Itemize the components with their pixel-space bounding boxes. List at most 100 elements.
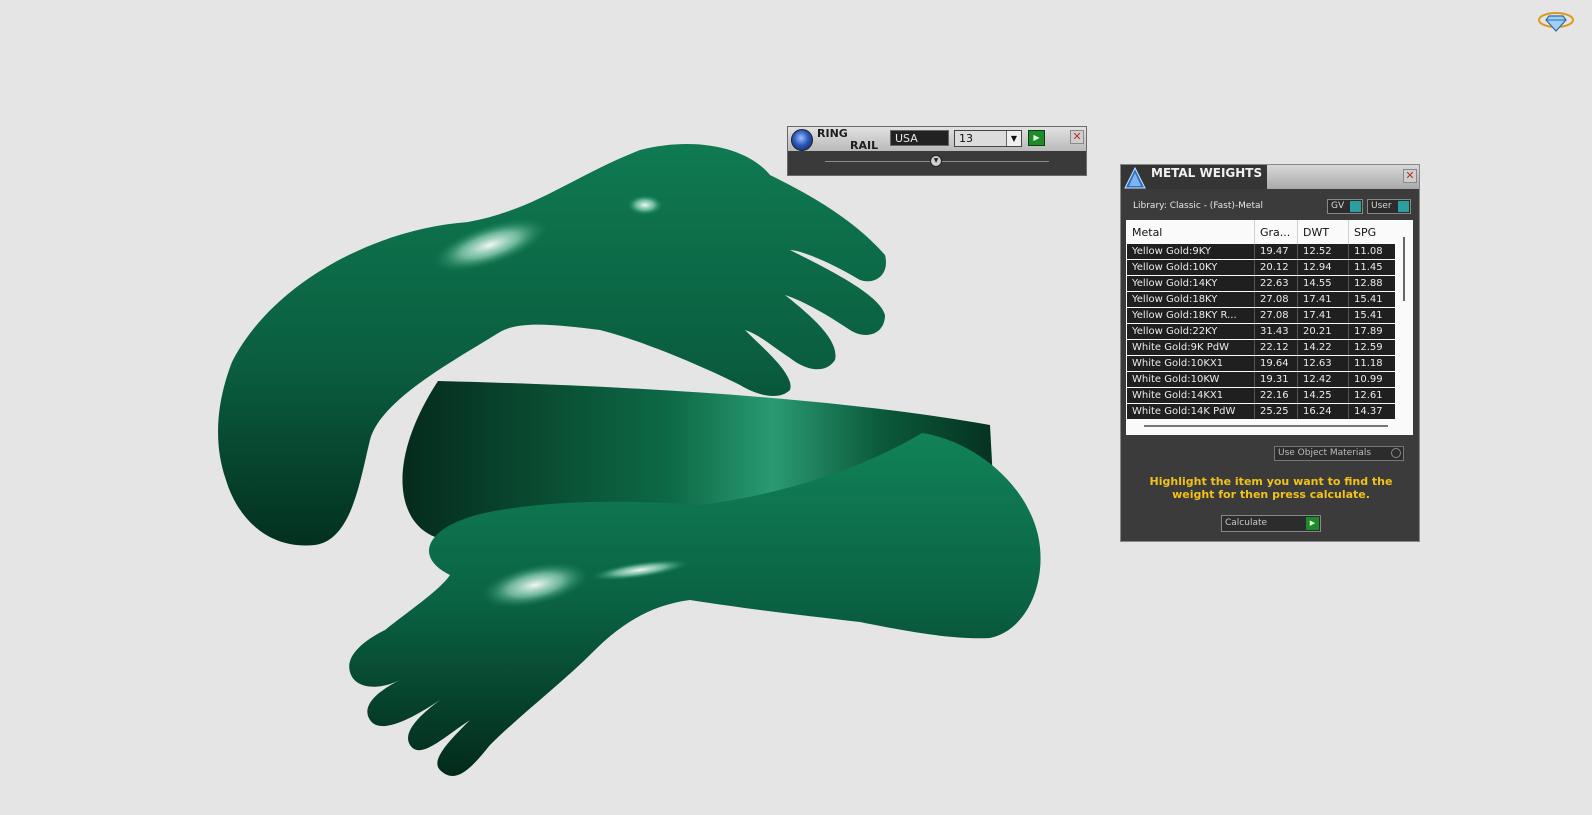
metal-value-cell: 16.24 (1303, 406, 1332, 417)
ring-rail-title-line2: RAIL (850, 139, 879, 152)
table-row[interactable]: White Gold:10KX1 19.64 12.63 11.18 (1127, 356, 1395, 371)
table-row[interactable]: White Gold:10KW 19.31 12.42 10.99 (1127, 372, 1395, 387)
column-header-metal[interactable]: Metal (1132, 226, 1162, 239)
row-divider (1297, 244, 1298, 259)
metal-name-cell: Yellow Gold:10KY (1132, 262, 1218, 273)
table-vertical-scrollbar[interactable] (1403, 237, 1405, 301)
column-header-grams[interactable]: Gra... (1260, 226, 1290, 239)
ring-size-value: 13 (959, 132, 973, 145)
row-divider (1297, 276, 1298, 291)
row-divider (1348, 340, 1349, 355)
metal-value-cell: 17.41 (1303, 294, 1332, 305)
metal-weights-logo-icon (1124, 167, 1146, 189)
metal-name-cell: White Gold:14K PdW (1132, 406, 1236, 417)
row-divider (1348, 244, 1349, 259)
metal-value-cell: 17.41 (1303, 310, 1332, 321)
metal-value-cell: 22.16 (1260, 390, 1289, 401)
metal-name-cell: Yellow Gold:22KY (1132, 326, 1218, 337)
row-divider (1254, 372, 1255, 387)
row-divider (1254, 404, 1255, 419)
table-row[interactable]: Yellow Gold:9KY 19.47 12.52 11.08 (1127, 244, 1395, 259)
radio-icon (1391, 448, 1401, 458)
table-horizontal-scrollbar[interactable] (1144, 425, 1388, 427)
instruction-message: Highlight the item you want to find the … (1149, 475, 1393, 501)
metal-name-cell: White Gold:14KX1 (1132, 390, 1224, 401)
user-toggle[interactable]: User (1367, 199, 1411, 214)
metal-value-cell: 14.55 (1303, 278, 1332, 289)
metal-value-cell: 27.08 (1260, 294, 1289, 305)
calculate-label: Calculate (1225, 518, 1268, 528)
library-label: Library: Classic - (Fast)-Metal (1133, 201, 1264, 211)
metal-table[interactable]: Metal Gra... DWT SPG Yellow Gold:9KY 19.4… (1126, 220, 1413, 435)
column-divider (1297, 220, 1298, 244)
ring-rail-title-line1: RING (817, 127, 848, 140)
row-divider (1297, 260, 1298, 275)
metal-value-cell: 19.47 (1260, 246, 1289, 257)
ring-rail-apply-button[interactable]: ▶ (1028, 130, 1045, 146)
row-divider (1348, 372, 1349, 387)
row-divider (1254, 292, 1255, 307)
row-divider (1254, 276, 1255, 291)
metal-value-cell: 14.37 (1354, 406, 1383, 417)
gv-toggle[interactable]: GV (1327, 199, 1363, 214)
table-row[interactable]: Yellow Gold:14KY 22.63 14.55 12.88 (1127, 276, 1395, 291)
metal-name-cell: White Gold:10KX1 (1132, 358, 1224, 369)
calculate-button[interactable]: Calculate ▶ (1221, 515, 1321, 532)
metal-value-cell: 12.61 (1354, 390, 1383, 401)
metal-value-cell: 12.52 (1303, 246, 1332, 257)
metal-value-cell: 11.08 (1354, 246, 1383, 257)
metal-value-cell: 12.88 (1354, 278, 1383, 289)
column-header-dwt[interactable]: DWT (1303, 226, 1329, 239)
ring-size-select[interactable]: 13 ▼ (954, 130, 1022, 147)
metal-value-cell: 14.25 (1303, 390, 1332, 401)
metal-name-cell: Yellow Gold:18KY R... (1132, 310, 1237, 321)
row-divider (1348, 356, 1349, 371)
table-row[interactable]: Yellow Gold:18KY R... 27.08 17.41 15.41 (1127, 308, 1395, 323)
metal-weights-header: METAL WEIGHTS ✕ (1121, 165, 1419, 189)
table-row[interactable]: Yellow Gold:18KY 27.08 17.41 15.41 (1127, 292, 1395, 307)
upper-knuckle-highlight (627, 195, 663, 215)
diamond-logo-icon[interactable] (1536, 6, 1576, 36)
metal-value-cell: 25.25 (1260, 406, 1289, 417)
metal-value-cell: 20.21 (1303, 326, 1332, 337)
table-row[interactable]: Yellow Gold:10KY 20.12 12.94 11.45 (1127, 260, 1395, 275)
metal-value-cell: 15.41 (1354, 294, 1383, 305)
play-icon: ▶ (1306, 517, 1319, 530)
table-row[interactable]: White Gold:14KX1 22.16 14.25 12.61 (1127, 388, 1395, 403)
table-row[interactable]: White Gold:9K PdW 22.12 14.22 12.59 (1127, 340, 1395, 355)
column-header-spg[interactable]: SPG (1354, 226, 1376, 239)
row-divider (1297, 388, 1298, 403)
metal-value-cell: 15.41 (1354, 310, 1383, 321)
table-row[interactable]: White Gold:14K PdW 25.25 16.24 14.37 (1127, 404, 1395, 419)
column-divider (1254, 220, 1255, 244)
ring-model[interactable] (218, 144, 1041, 776)
user-toggle-label: User (1371, 201, 1392, 211)
row-divider (1254, 308, 1255, 323)
metal-weights-close-button[interactable]: ✕ (1403, 169, 1417, 183)
metal-value-cell: 17.89 (1354, 326, 1383, 337)
metal-weights-panel: METAL WEIGHTS ✕ Library: Classic - (Fast… (1120, 164, 1420, 542)
metal-value-cell: 12.59 (1354, 342, 1383, 353)
gv-toggle-label: GV (1331, 201, 1345, 211)
metal-value-cell: 19.64 (1260, 358, 1289, 369)
row-divider (1297, 308, 1298, 323)
row-divider (1348, 292, 1349, 307)
row-divider (1297, 404, 1298, 419)
column-divider (1348, 220, 1349, 244)
metal-value-cell: 14.22 (1303, 342, 1332, 353)
metal-weights-title: METAL WEIGHTS (1151, 166, 1263, 180)
row-divider (1297, 340, 1298, 355)
use-object-materials-toggle[interactable]: Use Object Materials (1274, 446, 1404, 461)
metal-value-cell: 11.45 (1354, 262, 1383, 273)
use-object-materials-label: Use Object Materials (1278, 448, 1372, 458)
ring-size-country-field[interactable]: USA (890, 130, 949, 146)
metal-value-cell: 12.42 (1303, 374, 1332, 385)
table-row[interactable]: Yellow Gold:22KY 31.43 20.21 17.89 (1127, 324, 1395, 339)
ring-rail-slider-handle[interactable]: ▼ (930, 155, 942, 167)
ring-rail-close-button[interactable]: ✕ (1070, 130, 1084, 144)
row-divider (1348, 308, 1349, 323)
row-divider (1297, 356, 1298, 371)
chevron-down-icon[interactable]: ▼ (1006, 131, 1021, 146)
metal-value-cell: 31.43 (1260, 326, 1289, 337)
ring-rail-logo-icon (791, 129, 813, 151)
